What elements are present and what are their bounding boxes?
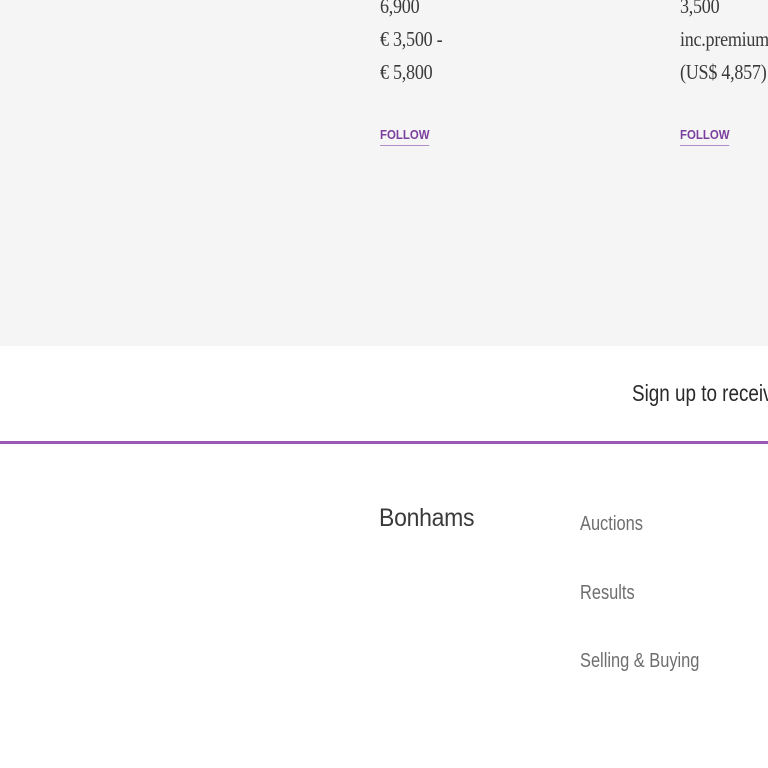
follow-link[interactable]: FOLLOW — [680, 127, 730, 146]
signup-heading: Sign up to receive — [632, 380, 768, 406]
bonhams-logo[interactable]: Bonhams — [379, 504, 475, 533]
lot-card: 6,900 € 3,500 - € 5,800 FOLLOW — [380, 0, 580, 146]
price-line: inc.premium — [680, 27, 768, 51]
price-line: 6,900 — [380, 0, 420, 18]
footer: Bonhams Auctions Results Selling & Buyin… — [0, 444, 768, 768]
footer-link-auctions[interactable]: Auctions — [580, 513, 643, 536]
price-line: 3,500 — [680, 0, 720, 18]
lot-card: 3,500 inc.premium (US$ 4,857) FOLLOW — [680, 0, 768, 146]
follow-link[interactable]: FOLLOW — [380, 127, 430, 146]
price-line: € 3,500 - — [380, 27, 443, 51]
price-line: (US$ 4,857) — [680, 60, 767, 84]
footer-link-selling-buying[interactable]: Selling & Buying — [580, 650, 699, 673]
lots-section: 6,900 € 3,500 - € 5,800 FOLLOW 3,500 inc… — [0, 0, 768, 346]
newsletter-signup-band: Sign up to receive — [0, 346, 768, 444]
price-line: € 5,800 — [380, 60, 433, 84]
footer-link-results[interactable]: Results — [580, 582, 635, 605]
